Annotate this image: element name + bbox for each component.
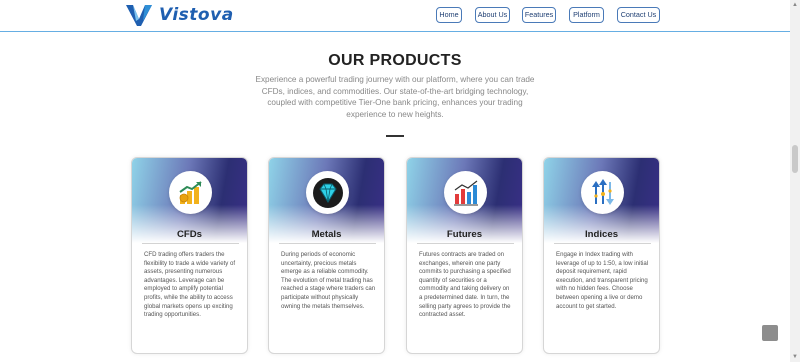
nav-about-us[interactable]: About Us xyxy=(475,7,510,23)
cfd-chart-icon xyxy=(169,171,212,214)
card-description: CFD trading offers traders the flexibili… xyxy=(144,251,236,319)
product-card-futures: Futures Futures contracts are traded on … xyxy=(406,157,523,354)
card-title: Futures xyxy=(446,229,483,240)
nav-home[interactable]: Home xyxy=(436,7,462,23)
product-card-metals: Metals During periods of economic uncert… xyxy=(268,157,385,354)
nav-features[interactable]: Features xyxy=(522,7,556,23)
product-card-indices: Indices Engage in Index trading with lev… xyxy=(543,157,660,354)
card-title-rule xyxy=(554,243,651,244)
diamond-icon xyxy=(306,171,349,214)
page-scrollbar[interactable]: ▲ ▼ xyxy=(790,0,800,362)
site-header: Vistova Home About Us Features Platform … xyxy=(0,0,790,32)
card-description: Futures contracts are traded on exchange… xyxy=(419,251,511,319)
product-card-cfds: CFDs CFD trading offers traders the flex… xyxy=(131,157,248,354)
scroll-up-arrow-icon[interactable]: ▲ xyxy=(792,2,798,8)
bar-chart-icon xyxy=(444,171,487,214)
scroll-thumb[interactable] xyxy=(792,145,798,173)
main-nav: Home About Us Features Platform Contact … xyxy=(0,7,790,23)
back-to-top-button[interactable] xyxy=(762,325,778,341)
products-intro: Experience a powerful trading journey wi… xyxy=(255,75,535,119)
card-description: Engage in Index trading with leverage of… xyxy=(556,251,649,310)
card-title-rule xyxy=(142,243,239,244)
card-title: Metals xyxy=(311,229,342,240)
section-divider xyxy=(386,135,404,137)
card-title-rule xyxy=(279,243,376,244)
card-description: During periods of economic uncertainty, … xyxy=(281,251,376,310)
products-section-title: OUR PRODUCTS xyxy=(328,52,462,69)
index-arrows-icon xyxy=(581,171,624,214)
scroll-down-arrow-icon[interactable]: ▼ xyxy=(792,354,798,360)
card-title-rule xyxy=(417,243,514,244)
nav-contact-us[interactable]: Contact Us xyxy=(617,7,660,23)
card-title: CFDs xyxy=(176,229,203,240)
nav-platform[interactable]: Platform xyxy=(569,7,604,23)
card-title: Indices xyxy=(584,229,619,240)
